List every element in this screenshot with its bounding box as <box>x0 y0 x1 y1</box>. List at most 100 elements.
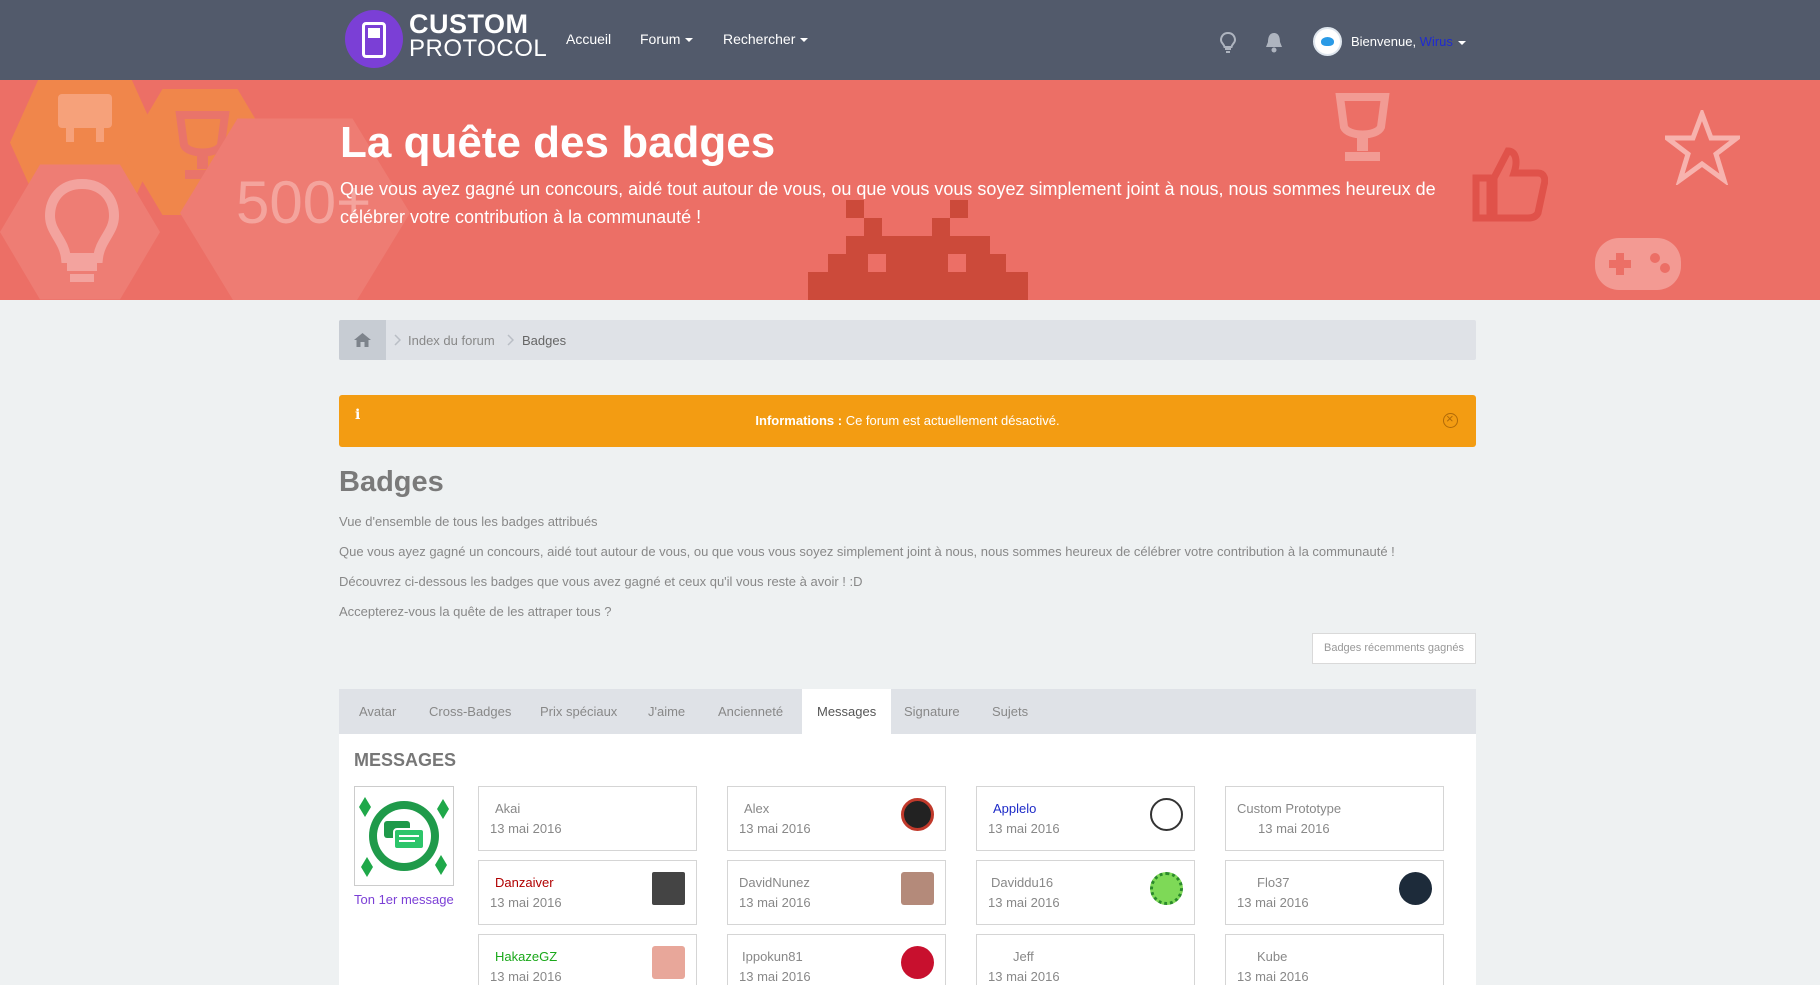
badge-category-tabs: Avatar Cross-Badges Prix spéciaux J'aime… <box>339 689 1476 734</box>
site-logo[interactable]: CUSTOM PROTOCOL <box>345 8 547 72</box>
alert-message: Informations : Ce forum est actuellement… <box>339 413 1476 428</box>
award-date: 13 mai 2016 <box>1258 821 1330 836</box>
award-date: 13 mai 2016 <box>490 821 562 836</box>
tab-anciennete[interactable]: Ancienneté <box>718 689 783 734</box>
award-date: 13 mai 2016 <box>490 895 562 910</box>
tab-cross-badges[interactable]: Cross-Badges <box>429 689 511 734</box>
user-name[interactable]: Alex <box>744 801 769 816</box>
chevron-down-icon <box>800 38 809 43</box>
user-card[interactable]: Alex 13 mai 2016 <box>727 786 946 851</box>
award-date: 13 mai 2016 <box>1237 895 1309 910</box>
top-navbar: CUSTOM PROTOCOL Accueil Forum Rechercher… <box>0 0 1820 80</box>
user-name[interactable]: Daviddu16 <box>991 875 1053 890</box>
user-card[interactable]: Akai 13 mai 2016 <box>478 786 697 851</box>
chevron-right-icon <box>507 334 514 346</box>
bell-icon[interactable] <box>1263 31 1285 53</box>
lightbulb-icon[interactable] <box>1218 31 1238 53</box>
message-badge-icon <box>359 797 449 877</box>
intro-paragraph: Découvrez ci-dessous les badges que vous… <box>339 574 863 589</box>
badge-image[interactable] <box>354 786 454 886</box>
raspberry-icon[interactable] <box>901 946 934 979</box>
breadcrumb-home[interactable] <box>339 320 386 360</box>
user-name[interactable]: Jeff <box>1013 949 1034 964</box>
award-date: 13 mai 2016 <box>739 821 811 836</box>
close-icon[interactable] <box>1443 411 1458 428</box>
lightbulb-icon <box>44 178 120 282</box>
user-avatar[interactable] <box>1399 872 1432 905</box>
home-icon <box>354 333 371 347</box>
user-card[interactable]: Danzaiver 13 mai 2016 <box>478 860 697 925</box>
user-avatar[interactable] <box>1150 872 1183 905</box>
intro-paragraph: Vue d'ensemble de tous les badges attrib… <box>339 514 598 529</box>
breadcrumb: Index du forum Badges <box>339 320 1476 360</box>
tab-sujets[interactable]: Sujets <box>992 689 1028 734</box>
user-name[interactable]: Kube <box>1257 949 1287 964</box>
chevron-down-icon <box>1457 40 1466 45</box>
page-title: Badges <box>339 466 444 498</box>
tab-prix-speciaux[interactable]: Prix spéciaux <box>540 689 617 734</box>
tab-signature[interactable]: Signature <box>904 689 960 734</box>
badge-caption[interactable]: Ton 1er message <box>354 892 454 907</box>
user-avatar[interactable] <box>901 872 934 905</box>
user-avatar[interactable] <box>1150 798 1183 831</box>
recent-badges-button[interactable]: Badges récemments gagnés <box>1312 633 1476 664</box>
user-card[interactable]: DavidNunez 13 mai 2016 <box>727 860 946 925</box>
gamepad-icon <box>1595 238 1681 290</box>
user-card[interactable]: Applelo 13 mai 2016 <box>976 786 1195 851</box>
welcome-text: Bienvenue, <box>1351 34 1420 49</box>
gameboy-logo-icon <box>345 10 403 68</box>
logo-text-line2: PROTOCOL <box>409 35 548 62</box>
android-icon <box>58 94 112 142</box>
hero-title: La quête des badges <box>340 118 776 167</box>
user-avatar[interactable] <box>1313 27 1342 56</box>
user-name[interactable]: Applelo <box>993 801 1036 816</box>
nav-accueil[interactable]: Accueil <box>566 31 611 47</box>
user-avatar[interactable] <box>652 872 685 905</box>
alert-text: Ce forum est actuellement désactivé. <box>842 413 1060 428</box>
alert-label: Informations : <box>755 413 843 428</box>
user-card[interactable]: Kube 13 mai 2016 <box>1225 934 1444 985</box>
user-card[interactable]: Ippokun81 13 mai 2016 <box>727 934 946 985</box>
tab-avatar[interactable]: Avatar <box>359 689 396 734</box>
user-name[interactable]: Custom Prototype <box>1237 801 1341 816</box>
breadcrumb-forum-index[interactable]: Index du forum <box>408 333 495 348</box>
hero-banner: 500+ La quête des badges Que vous ayez g… <box>0 80 1820 300</box>
user-card[interactable]: Flo37 13 mai 2016 <box>1225 860 1444 925</box>
chevron-down-icon <box>685 38 694 43</box>
tab-jaime[interactable]: J'aime <box>648 689 685 734</box>
user-avatar[interactable] <box>652 946 685 979</box>
star-icon <box>1665 110 1740 185</box>
award-date: 13 mai 2016 <box>1237 969 1309 984</box>
breadcrumb-badges[interactable]: Badges <box>522 333 566 348</box>
award-date: 13 mai 2016 <box>739 969 811 984</box>
trophy-icon <box>1335 93 1390 161</box>
nav-forum[interactable]: Forum <box>640 31 694 47</box>
award-date: 13 mai 2016 <box>988 969 1060 984</box>
user-name[interactable]: Ippokun81 <box>742 949 803 964</box>
user-name[interactable]: Flo37 <box>1257 875 1290 890</box>
intro-paragraph: Accepterez-vous la quête de les attraper… <box>339 604 612 619</box>
info-alert: i Informations : Ce forum est actuelleme… <box>339 395 1476 447</box>
user-name[interactable]: Danzaiver <box>495 875 554 890</box>
award-date: 13 mai 2016 <box>490 969 562 984</box>
intro-paragraph: Que vous ayez gagné un concours, aidé to… <box>339 544 1395 559</box>
user-card[interactable]: Custom Prototype 13 mai 2016 <box>1225 786 1444 851</box>
tab-messages[interactable]: Messages <box>802 689 892 734</box>
hero-subtitle: Que vous ayez gagné un concours, aidé to… <box>340 179 1436 227</box>
thumbs-up-icon <box>1472 147 1548 222</box>
badges-panel: MESSAGES Ton 1er message Akai 13 mai 201… <box>339 734 1476 985</box>
user-card[interactable]: Jeff 13 mai 2016 <box>976 934 1195 985</box>
section-heading: MESSAGES <box>354 750 457 770</box>
user-card[interactable]: Daviddu16 13 mai 2016 <box>976 860 1195 925</box>
user-card[interactable]: HakazeGZ 13 mai 2016 <box>478 934 697 985</box>
user-name[interactable]: Akai <box>495 801 520 816</box>
user-name[interactable]: DavidNunez <box>739 875 810 890</box>
award-date: 13 mai 2016 <box>988 895 1060 910</box>
nav-forum-label: Forum <box>640 31 681 47</box>
award-date: 13 mai 2016 <box>739 895 811 910</box>
user-name[interactable]: HakazeGZ <box>495 949 557 964</box>
user-menu[interactable]: Bienvenue, Wirus <box>1351 34 1466 49</box>
user-avatar[interactable] <box>901 798 934 831</box>
nav-rechercher[interactable]: Rechercher <box>723 31 809 47</box>
award-date: 13 mai 2016 <box>988 821 1060 836</box>
